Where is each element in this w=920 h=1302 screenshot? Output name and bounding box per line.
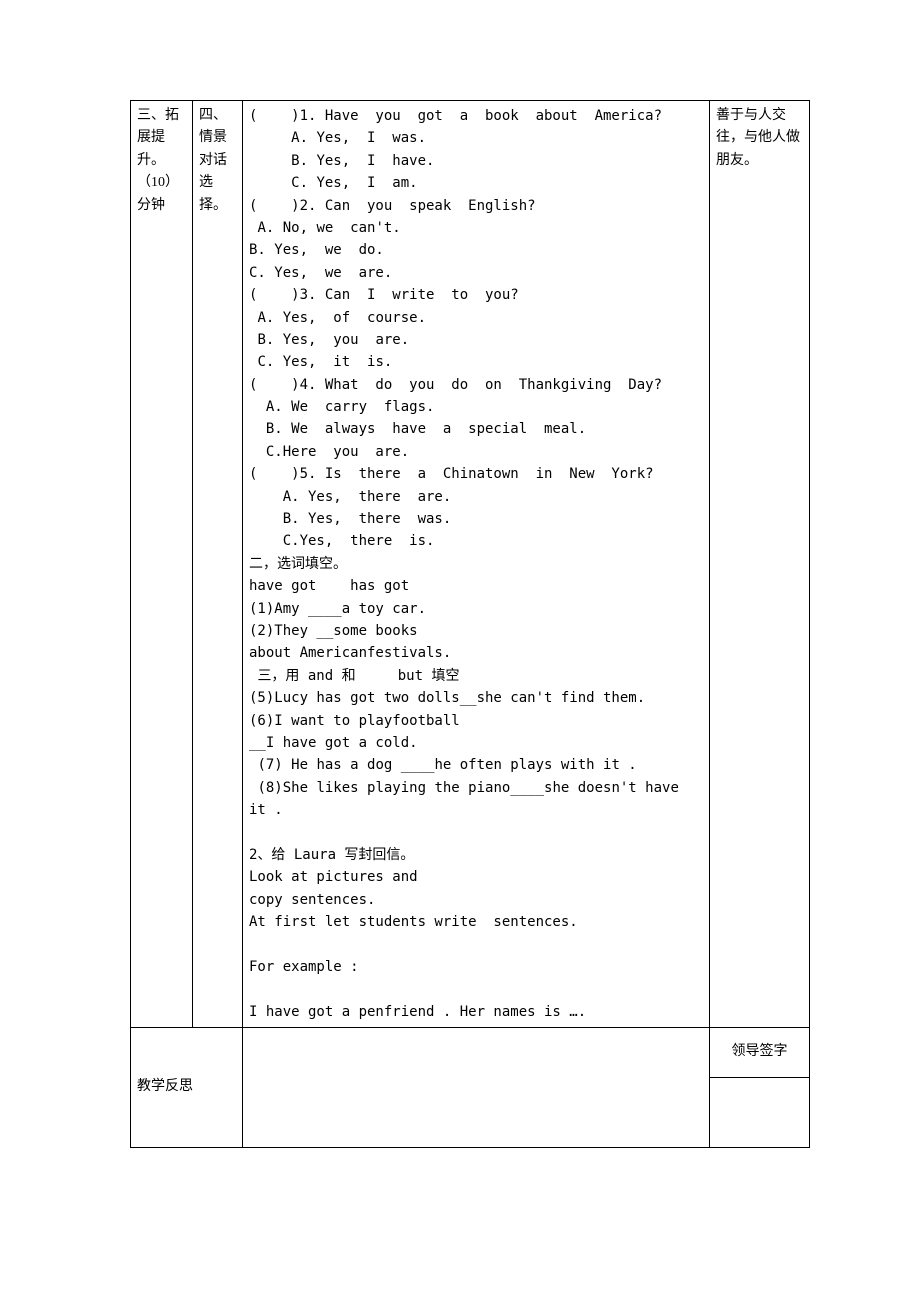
exercise-content: ( )1. Have you got a book about America?… xyxy=(249,105,703,1023)
subsection-label-cell: 四、情景对话选择。 xyxy=(193,101,243,1028)
table-row: 三、拓展提升。 （10）分钟 四、情景对话选择。 ( )1. Have you … xyxy=(131,101,810,1028)
table-row: 教学反思 领导签字 xyxy=(131,1028,810,1078)
note-cell: 善于与人交往，与他人做朋友。 xyxy=(710,101,810,1028)
lesson-plan-table: 三、拓展提升。 （10）分钟 四、情景对话选择。 ( )1. Have you … xyxy=(130,100,810,1148)
signature-label: 领导签字 xyxy=(732,1041,788,1063)
reflection-label-cell: 教学反思 xyxy=(131,1028,243,1148)
section-label-cell: 三、拓展提升。 （10）分钟 xyxy=(131,101,193,1028)
section-label: 三、拓展提升。 （10）分钟 xyxy=(137,105,186,217)
content-cell: ( )1. Have you got a book about America?… xyxy=(243,101,710,1028)
signature-label-cell: 领导签字 xyxy=(710,1028,810,1078)
signature-cell xyxy=(710,1078,810,1148)
reflection-content-cell xyxy=(243,1028,710,1148)
subsection-label: 四、情景对话选择。 xyxy=(199,108,227,213)
reflection-label: 教学反思 xyxy=(137,1076,193,1098)
note-text: 善于与人交往，与他人做朋友。 xyxy=(716,108,800,168)
